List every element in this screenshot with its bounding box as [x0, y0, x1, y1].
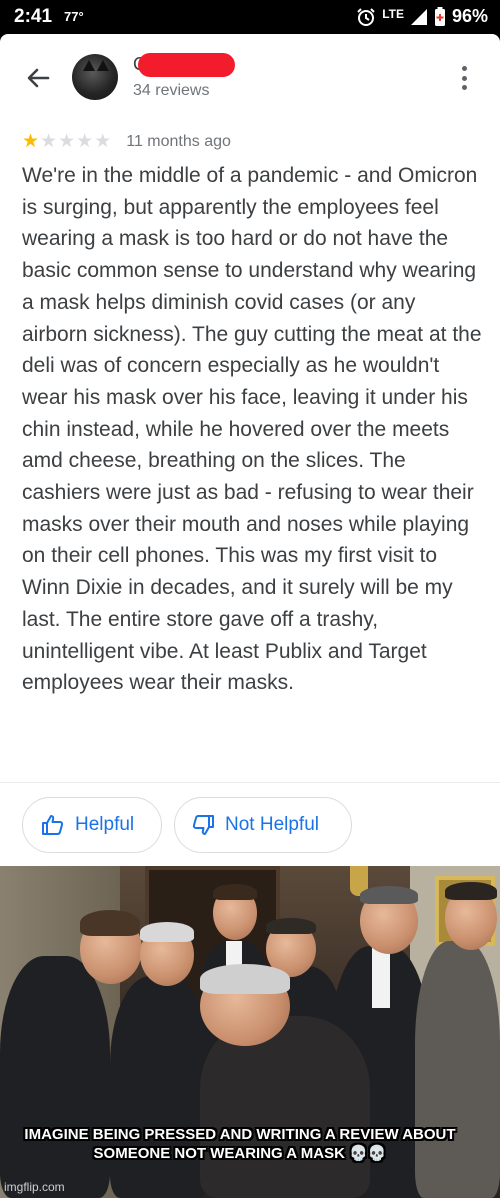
star-icon: ★ — [94, 131, 112, 152]
signal-icon — [410, 8, 427, 25]
more-vert-icon[interactable] — [458, 66, 470, 90]
name-redaction — [138, 53, 235, 77]
helpful-label: Helpful — [75, 814, 135, 835]
status-time: 2:41 — [14, 6, 53, 27]
review-time: 11 months ago — [126, 132, 231, 150]
star-icon: ★ — [40, 131, 58, 152]
not-helpful-button[interactable]: Not Helpful — [174, 797, 352, 853]
meme-caption: IMAGINE BEING PRESSED AND WRITING A REVI… — [24, 1126, 456, 1162]
thumb-up-icon — [42, 815, 64, 835]
reviewer-header: C 34 reviews — [0, 34, 500, 122]
review-count: 34 reviews — [133, 82, 210, 99]
status-temperature: 77° — [64, 9, 84, 24]
status-icons: LTE 96% — [356, 6, 488, 27]
star-rating: ★ ★ ★ ★ ★ 11 months ago — [22, 132, 231, 151]
divider — [0, 782, 500, 783]
status-bar: 2:41 77° LTE 96% — [0, 0, 500, 34]
review-card: C 34 reviews ★ ★ ★ ★ ★ 11 months ago We'… — [0, 34, 500, 866]
star-icon: ★ — [76, 131, 94, 152]
back-arrow-icon[interactable] — [22, 62, 54, 94]
battery-icon — [434, 6, 445, 26]
avatar[interactable] — [72, 54, 118, 100]
thumb-down-icon — [192, 815, 214, 835]
battery-percent: 96% — [451, 6, 488, 26]
not-helpful-label: Not Helpful — [225, 814, 319, 835]
alarm-icon — [357, 7, 375, 26]
review-text: We're in the middle of a pandemic - and … — [22, 164, 482, 695]
star-icon: ★ — [22, 131, 40, 152]
meme-image: IMAGINE BEING PRESSED AND WRITING A REVI… — [0, 866, 500, 1198]
network-type: LTE — [382, 6, 404, 21]
watermark: imgflip.com — [4, 1180, 65, 1194]
star-icon: ★ — [58, 131, 76, 152]
helpful-button[interactable]: Helpful — [22, 797, 162, 853]
